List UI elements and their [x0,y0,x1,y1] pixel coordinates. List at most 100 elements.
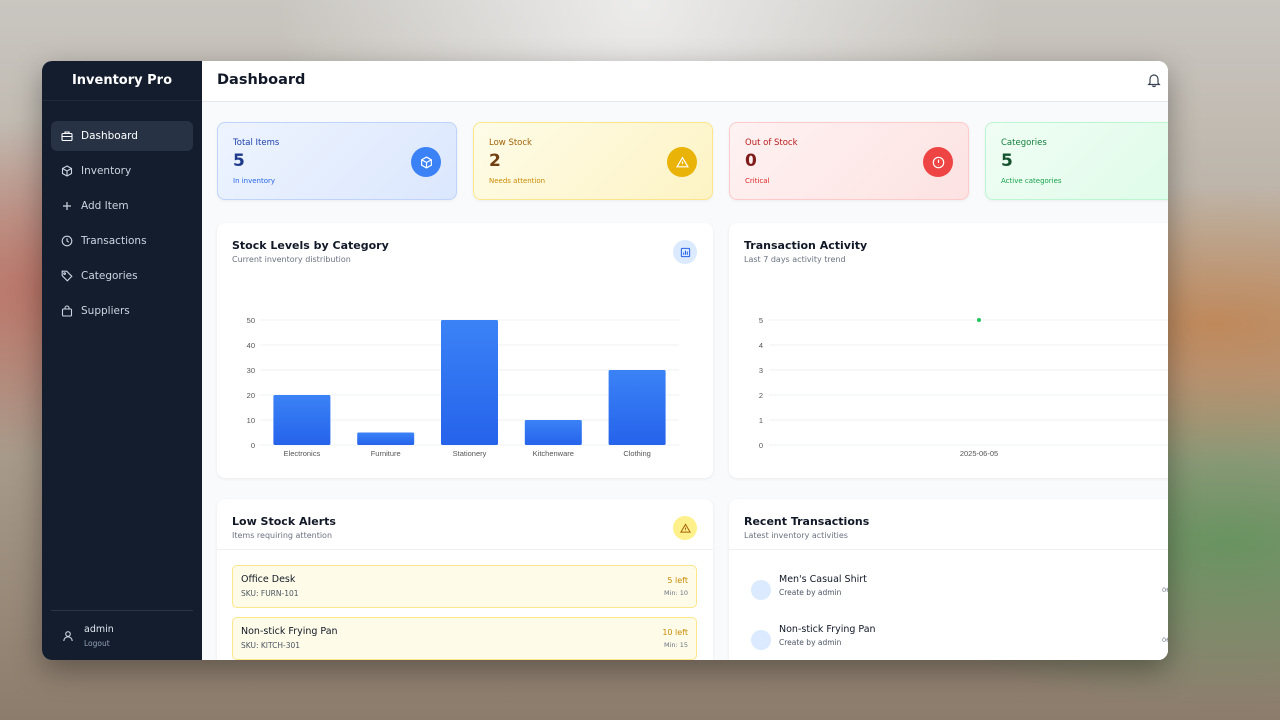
item-sku: SKU: KITCH-301 [241,641,301,650]
stat-card-total-items: Total Items 5 In inventory [217,122,457,200]
stat-sub: Critical [745,177,770,185]
sidebar-item-categories[interactable]: Categories [51,261,193,291]
y-tick-label: 2 [759,391,763,400]
card-subtitle: Latest inventory activities [744,531,848,540]
item-min: Min: 10 [663,589,688,597]
item-name: Office Desk [241,574,296,585]
y-tick-label: 0 [251,441,255,450]
low-stock-alerts-card: Low Stock Alerts Items requiring attenti… [217,499,713,660]
box-icon [411,147,441,177]
item-left: 5 left [667,576,688,585]
x-tick-label: 2025-06-05 [960,449,998,458]
sidebar-item-label: Suppliers [81,305,130,317]
stock-levels-card: Stock Levels by Category Current invento… [217,223,713,478]
stat-sub: Active categories [1001,177,1062,185]
low-stock-item[interactable]: Office Desk SKU: FURN-101 5 left Min: 10 [232,565,697,608]
y-tick-label: 0 [759,441,763,450]
x-tick-label: Clothing [623,449,651,458]
data-point [977,318,981,322]
transaction-date: 06 [1162,636,1168,644]
low-stock-item[interactable]: Non-stick Frying Pan SKU: KITCH-301 10 l… [232,617,697,660]
bell-icon[interactable] [1146,72,1162,88]
card-subtitle: Items requiring attention [232,531,333,540]
y-tick-label: 10 [247,416,255,425]
transaction-date: 06 [1162,586,1168,594]
transaction-avatar [751,580,771,600]
stat-sub: In inventory [233,177,276,185]
sidebar-item-label: Inventory [81,165,132,177]
stat-label: Total Items [233,138,280,148]
sidebar-item-label: Add Item [81,200,129,212]
recent-transactions-card: Recent Transactions Latest inventory act… [729,499,1168,660]
transaction-avatar [751,630,771,650]
brand-title: Inventory Pro [42,61,202,101]
bar [608,370,666,445]
stat-value: 0 [745,151,757,171]
stock-bar-chart: 0 10 20 30 40 50 Electronics Furniture Stationer… [247,316,679,458]
x-tick-label: Furniture [371,449,401,458]
y-tick-label: 50 [247,316,255,325]
y-tick-label: 4 [759,341,763,350]
x-tick-label: Kitchenware [533,449,574,458]
transaction-activity-card: Transaction Activity Last 7 days activit… [729,223,1168,478]
divider [217,549,713,550]
stat-value: 5 [233,151,245,171]
stat-label: Low Stock [489,138,532,148]
sidebar-item-label: Dashboard [81,130,138,142]
y-tick-label: 3 [759,366,763,375]
divider [729,549,1168,550]
sidebar-item-suppliers[interactable]: Suppliers [51,296,193,326]
stat-value: 2 [489,151,501,171]
bar [524,420,582,445]
user-name: admin [84,623,114,635]
page-title: Dashboard [217,72,306,88]
tag-icon [61,270,73,282]
item-sku: SKU: FURN-101 [241,589,299,598]
card-title: Recent Transactions [744,515,870,528]
bar [441,320,498,445]
y-tick-label: 30 [247,366,255,375]
shopping-bag-icon [61,305,73,317]
stat-sub: Needs attention [489,177,546,185]
sidebar-nav: Dashboard Inventory Add Item Transaction… [51,121,193,331]
y-tick-label: 40 [247,341,255,350]
card-title: Low Stock Alerts [232,515,336,528]
activity-chart: 0 1 2 3 4 5 2025-06-05 [759,316,1168,458]
sidebar-item-transactions[interactable]: Transactions [51,226,193,256]
plus-icon [61,200,73,212]
sidebar-item-add-item[interactable]: Add Item [51,191,193,221]
briefcase-icon [61,130,73,142]
sidebar-item-dashboard[interactable]: Dashboard [51,121,193,151]
stat-value: 5 [1001,151,1013,171]
item-name: Non-stick Frying Pan [241,626,338,637]
transaction-by: Create by admin [779,638,842,647]
user-panel: admin Logout [51,610,193,660]
stat-label: Out of Stock [745,138,798,148]
logout-link[interactable]: Logout [84,639,114,648]
sidebar-item-inventory[interactable]: Inventory [51,156,193,186]
stat-card-low-stock: Low Stock 2 Needs attention [473,122,713,200]
y-tick-label: 1 [759,416,763,425]
stat-card-out-of-stock: Out of Stock 0 Critical [729,122,969,200]
stat-label: Categories [1001,138,1047,148]
y-tick-label: 20 [247,391,255,400]
sidebar-item-label: Categories [81,270,138,282]
stat-card-categories: Categories 5 Active categories [985,122,1168,200]
user-info: admin Logout [84,624,114,648]
bar [357,432,415,445]
transaction-name: Men's Casual Shirt [779,574,867,585]
box-icon [61,165,73,177]
top-bar: Dashboard [202,61,1168,102]
alert-circle-icon [923,147,953,177]
main-content: Dashboard Total Items 5 In inventory Low… [202,61,1168,660]
transaction-name: Non-stick Frying Pan [779,624,876,635]
bar [273,395,331,445]
x-tick-label: Stationery [453,449,487,458]
item-min: Min: 15 [663,641,688,649]
x-tick-label: Electronics [284,449,321,458]
user-icon [63,630,73,641]
y-tick-label: 5 [759,316,763,325]
clock-icon [61,235,73,247]
warning-icon [673,516,697,540]
warning-icon [667,147,697,177]
